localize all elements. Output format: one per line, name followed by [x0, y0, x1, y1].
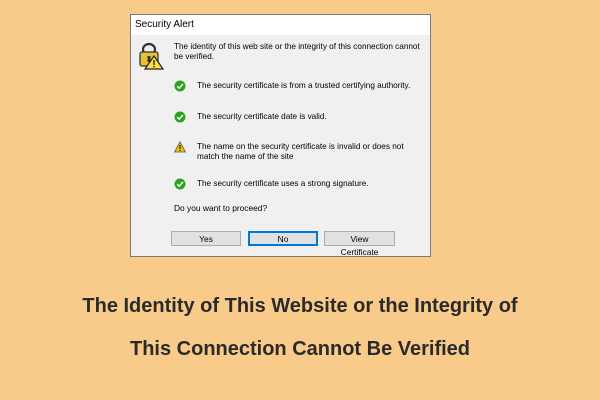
- caption-line-2: This Connection Cannot Be Verified: [129, 338, 471, 360]
- yellow-warning-icon: [174, 141, 186, 153]
- green-check-icon: [174, 178, 186, 190]
- dialog-title: Security Alert: [131, 15, 430, 35]
- green-check-icon: [174, 80, 186, 92]
- dialog-message: The identity of this web site or the int…: [174, 42, 420, 61]
- no-button[interactable]: No: [248, 231, 318, 246]
- green-check-icon: [174, 111, 186, 123]
- padlock-warning-icon: [139, 42, 164, 70]
- check-item-label: The security certificate date is valid.: [197, 112, 327, 121]
- view-certificate-button[interactable]: View Certificate: [324, 231, 395, 257]
- proceed-question: Do you want to proceed?: [174, 203, 268, 213]
- check-item-label: The security certificate is from a trust…: [197, 81, 411, 90]
- yes-button[interactable]: Yes: [171, 231, 241, 246]
- check-item-label: The security certificate uses a strong s…: [197, 179, 369, 188]
- check-item-label: The name on the security certificate is …: [197, 142, 404, 161]
- security-alert-dialog: Security Alert The identity of this web …: [130, 14, 431, 257]
- caption-line-1: The Identity of This Website or the Inte…: [82, 295, 518, 317]
